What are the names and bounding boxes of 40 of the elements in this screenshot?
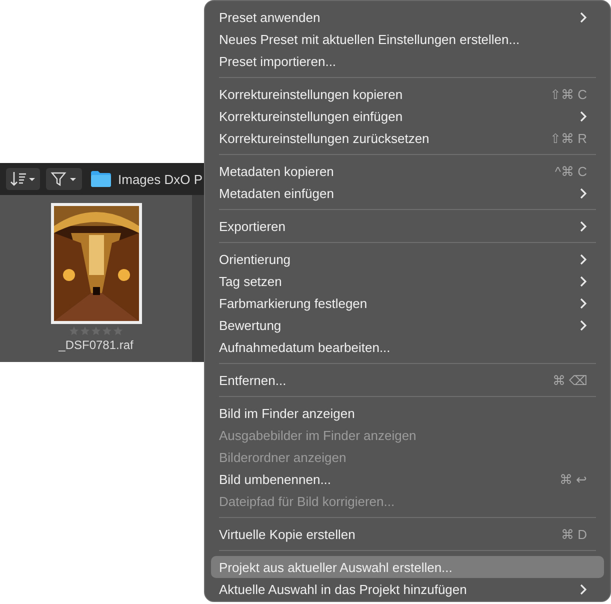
menu-item[interactable]: Preset importieren...: [211, 50, 604, 72]
chevron-icon: [580, 188, 587, 198]
chevron-icon: [580, 584, 587, 594]
shortcut: ⌘ D: [561, 526, 587, 542]
menu-item[interactable]: Aufnahmedatum bearbeiten...: [211, 336, 604, 358]
menu-item[interactable]: Neues Preset mit aktuellen Einstellungen erstellen...: [211, 28, 604, 50]
shortcut: ⌘ ↩: [559, 472, 587, 486]
chevron-icon: [580, 110, 587, 122]
sort-button[interactable]: [6, 168, 40, 190]
shortcut: ⌘ ⌫: [552, 372, 587, 388]
shortcut: ^⌘ C: [554, 164, 587, 178]
menu-item[interactable]: Bild im Finder anzeigen: [211, 402, 604, 424]
menu-item[interactable]: Metadaten kopieren ^⌘ C: [211, 160, 604, 182]
chevron-icon: [580, 320, 587, 330]
folder-name: Images DxO P: [118, 172, 203, 186]
menu-item[interactable]: Preset anwenden: [211, 6, 604, 28]
menu-item[interactable]: Korrektureinstellungen einfügen: [211, 105, 604, 127]
menu-item[interactable]: Farbmarkierung festlegen: [211, 292, 604, 314]
menu-item[interactable]: Korrektureinstellungen kopieren ⇧⌘ C: [211, 83, 604, 105]
chevron-icon: [580, 254, 587, 264]
menu-item[interactable]: Exportieren: [211, 215, 604, 237]
chevron-icon: [580, 276, 587, 286]
folder-icon: [90, 170, 112, 188]
shortcut: ⇧⌘ C: [550, 86, 587, 102]
chevron-icon: [580, 12, 587, 22]
menu-item[interactable]: Orientierung: [211, 248, 604, 270]
menu-item[interactable]: Virtuelle Kopie erstellen ⌘ D: [211, 523, 604, 545]
menu-item[interactable]: Bewertung: [211, 314, 604, 336]
shortcut: ⇧⌘ R: [550, 130, 587, 146]
menu-item[interactable]: Projekt aus aktueller Auswahl erstellen...: [211, 556, 604, 578]
menu-item[interactable]: Tag setzen: [211, 270, 604, 292]
file-name: _DSF0781.raf: [58, 338, 134, 352]
menu-item[interactable]: Entfernen... ⌘ ⌫: [211, 369, 604, 391]
chevron-icon: [580, 220, 587, 232]
menu-item[interactable]: Metadaten einfügen: [211, 182, 604, 204]
filter-button[interactable]: [46, 168, 82, 190]
menu-item[interactable]: Korrektureinstellungen zurücksetzen ⇧⌘ R: [211, 127, 604, 149]
menu-item[interactable]: Aktuelle Auswahl in das Projekt hinzufügen: [211, 578, 604, 600]
chevron-icon: [580, 298, 587, 308]
menu-item[interactable]: Bild umbenennen... ⌘ ↩: [211, 468, 604, 490]
